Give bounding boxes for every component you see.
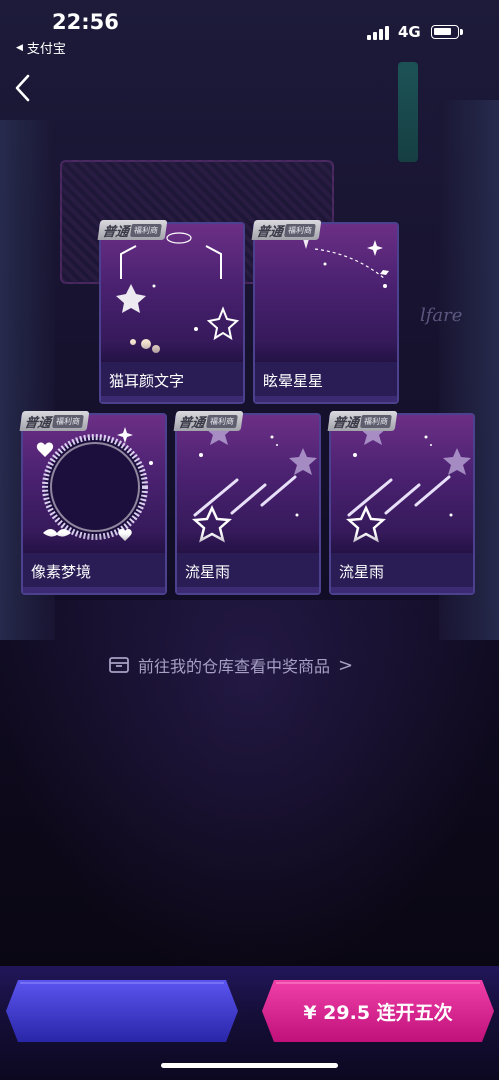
card-name: 流星雨 bbox=[185, 563, 231, 581]
battery-icon bbox=[431, 25, 463, 39]
status-time: 22:56 bbox=[52, 10, 119, 34]
card-name: 流星雨 bbox=[339, 563, 385, 581]
badge-common: 普通 福利商 bbox=[19, 411, 90, 431]
card-art-cat-ear bbox=[101, 224, 243, 362]
back-app-label: 支付宝 bbox=[26, 42, 66, 57]
badge-common: 普通 福利商 bbox=[251, 220, 322, 240]
prize-card-dizzy-stars[interactable]: 普通 福利商 眩晕星星 bbox=[251, 220, 399, 404]
back-to-app-link[interactable]: ◀ 支付宝 bbox=[16, 38, 66, 57]
chevron-left-icon bbox=[15, 74, 30, 102]
chevron-right-icon: > bbox=[338, 654, 354, 676]
card-art-dizzy-stars bbox=[255, 224, 397, 362]
warehouse-link-label: 前往我的仓库查看中奖商品 bbox=[138, 657, 331, 676]
card-art-meteor-shower bbox=[331, 415, 473, 553]
card-name: 像素梦境 bbox=[31, 563, 92, 581]
draw-five-label: ¥ 29.5 连开五次 bbox=[303, 1001, 453, 1024]
left-button-shape bbox=[6, 980, 238, 1042]
battery-fill bbox=[434, 28, 451, 35]
prize-card-pixel-dream[interactable]: 普通 福利商 像素梦境 bbox=[19, 411, 167, 595]
network-type: 4G bbox=[398, 23, 421, 41]
card-name: 猫耳颜文字 bbox=[109, 372, 185, 390]
badge-common: 普通 福利商 bbox=[97, 220, 168, 240]
badge-common: 普通 福利商 bbox=[327, 411, 398, 431]
prize-card-cat-ear-kaomoji[interactable]: 普通 福利商 猫耳颜文字 bbox=[97, 220, 245, 404]
warehouse-link[interactable]: 前往我的仓库查看中奖商品 > bbox=[108, 652, 353, 678]
home-indicator[interactable] bbox=[161, 1063, 338, 1068]
back-button[interactable] bbox=[10, 70, 40, 106]
signal-icon bbox=[367, 26, 389, 40]
prize-card-meteor-shower-1[interactable]: 普通 福利商 流星雨 bbox=[173, 411, 321, 595]
box-icon bbox=[109, 657, 129, 673]
draw-five-button[interactable]: ¥ 29.5 连开五次 bbox=[262, 980, 494, 1042]
card-art-meteor-shower bbox=[177, 415, 319, 553]
card-art-pixel-dream bbox=[23, 415, 165, 553]
background-neon-sign bbox=[398, 62, 418, 162]
prize-card-meteor-shower-2[interactable]: 普通 福利商 流星雨 bbox=[327, 411, 475, 595]
background-script-text: lfare bbox=[420, 305, 463, 326]
badge-common: 普通 福利商 bbox=[173, 411, 244, 431]
back-triangle-icon: ◀ bbox=[16, 42, 23, 53]
card-name: 眩晕星星 bbox=[263, 372, 324, 390]
single-draw-button[interactable] bbox=[6, 980, 238, 1042]
status-bar: 22:56 ◀ 支付宝 4G bbox=[0, 0, 499, 60]
